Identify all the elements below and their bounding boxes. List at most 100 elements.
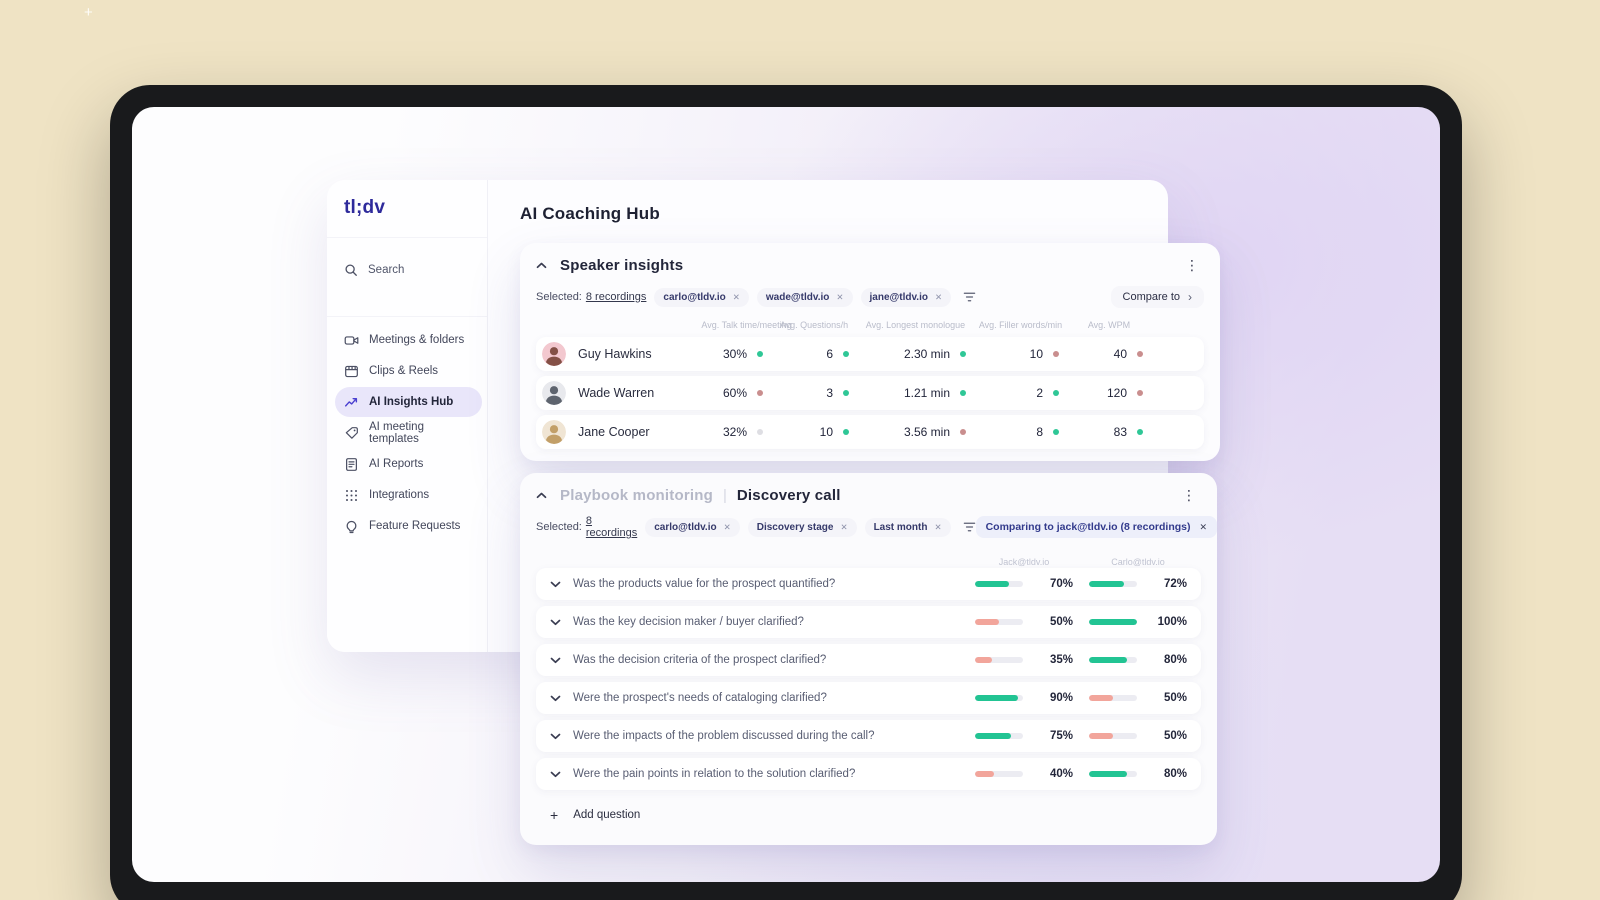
metric-value: 3.56 min (903, 425, 950, 439)
chip-label: carlo@tldv.io (654, 521, 717, 533)
table-row-guy-hawkins[interactable]: Guy Hawkins 30% 6 2.30 min 10 40 (536, 337, 1204, 371)
filter-chip-jane-tldv-io[interactable]: jane@tldv.io ✕ (860, 287, 952, 307)
score-value: 72% (1163, 578, 1187, 590)
table-row-jane-cooper[interactable]: Jane Cooper 32% 10 3.56 min 8 83 (536, 415, 1204, 449)
sidebar-item-ai-reports[interactable]: AI Reports (335, 449, 482, 479)
add-question-button[interactable]: + Add question (536, 799, 1201, 831)
filter-icon[interactable] (963, 521, 976, 533)
collapse-chevron-up-icon[interactable] (536, 262, 547, 269)
status-dot-good (1053, 390, 1059, 396)
remove-chip-icon[interactable]: ✕ (733, 292, 740, 303)
speaker-name: Jane Cooper (578, 425, 650, 439)
metric-value: 120 (1106, 386, 1127, 400)
progress-fill (1089, 581, 1124, 587)
score-value: 100% (1157, 616, 1187, 628)
column-header-avg-questions-h: Avg. Questions/h (779, 320, 849, 330)
question-row[interactable]: Were the impacts of the problem discusse… (536, 720, 1201, 752)
sidebar-item-feature-requests[interactable]: Feature Requests (335, 511, 482, 541)
chevron-down-icon (550, 695, 561, 702)
score-group: 35% (975, 654, 1073, 666)
search-input[interactable]: Search (344, 262, 404, 277)
metric-value: 1.21 min (903, 386, 950, 400)
progress-bar (1089, 581, 1137, 587)
kebab-menu-icon[interactable]: ⋮ (1180, 256, 1204, 274)
question-scores: 90% 50% (975, 692, 1187, 704)
sidebar-item-meetings-folders[interactable]: Meetings & folders (335, 325, 482, 355)
sidebar-item-label: AI Insights Hub (369, 396, 454, 408)
score-group: 50% (1089, 692, 1187, 704)
progress-fill (975, 771, 995, 777)
filter-icon[interactable] (963, 291, 976, 303)
question-scores: 40% 80% (975, 768, 1187, 780)
metric-cell: 83 (1067, 425, 1151, 439)
kebab-menu-icon[interactable]: ⋮ (1177, 486, 1201, 504)
divider (327, 237, 487, 238)
score-group: 50% (975, 616, 1073, 628)
speaker-name: Guy Hawkins (578, 347, 652, 361)
metric-value: 10 (819, 425, 833, 439)
metric-cell: 120 (1067, 386, 1151, 400)
metric-value: 10 (1029, 347, 1043, 361)
progress-fill (1089, 771, 1128, 777)
tag-icon (344, 426, 359, 441)
tldv-logo: tl;dv (344, 197, 386, 218)
score-value: 90% (1049, 692, 1073, 704)
remove-chip-icon[interactable]: ✕ (724, 522, 731, 533)
metric-value: 2.30 min (903, 347, 950, 361)
score-group: 70% (975, 578, 1073, 590)
question-row[interactable]: Were the pain points in relation to the … (536, 758, 1201, 790)
score-value: 80% (1163, 768, 1187, 780)
metric-cell: 10 (771, 425, 857, 439)
remove-comparison-icon[interactable]: ✕ (1199, 522, 1207, 533)
question-row[interactable]: Was the decision criteria of the prospec… (536, 644, 1201, 676)
sidebar-item-ai-meeting-templates[interactable]: AI meeting templates (335, 418, 482, 448)
question-list: Was the products value for the prospect … (536, 568, 1201, 790)
table-row-wade-warren[interactable]: Wade Warren 60% 3 1.21 min 2 120 (536, 376, 1204, 410)
column-header-avg-wpm: Avg. WPM (1087, 320, 1131, 330)
metric-value: 30% (722, 347, 747, 361)
filter-chip-carlo-tldv-io[interactable]: carlo@tldv.io ✕ (645, 517, 740, 537)
score-value: 50% (1049, 616, 1073, 628)
question-text: Was the key decision maker / buyer clari… (573, 616, 804, 628)
laptop-screen: tl;dv Search Meetings & folders Clips & R… (132, 107, 1440, 882)
metric-value: 6 (826, 347, 833, 361)
metric-cell: 3 (771, 386, 857, 400)
metric-cell: 10 (974, 347, 1067, 361)
chevron-right-icon: › (1188, 290, 1192, 304)
selected-count-link[interactable]: 8 recordings (586, 515, 637, 539)
selected-count-link[interactable]: 8 recordings (586, 291, 647, 303)
remove-chip-icon[interactable]: ✕ (836, 292, 843, 303)
score-group: 90% (975, 692, 1073, 704)
filter-chip-carlo-tldv-io[interactable]: carlo@tldv.io ✕ (654, 287, 749, 307)
progress-fill (1089, 733, 1113, 739)
remove-chip-icon[interactable]: ✕ (935, 292, 942, 303)
filter-chip-wade-tldv-io[interactable]: wade@tldv.io ✕ (756, 287, 853, 307)
score-value: 50% (1163, 692, 1187, 704)
question-text: Were the impacts of the problem discusse… (573, 730, 875, 742)
sidebar-item-clips-reels[interactable]: Clips & Reels (335, 356, 482, 386)
add-question-label: Add question (573, 809, 641, 821)
compare-to-button[interactable]: Compare to › (1110, 286, 1204, 308)
chevron-down-icon (550, 771, 561, 778)
score-value: 50% (1163, 730, 1187, 742)
status-dot-good (1137, 429, 1143, 435)
status-dot-bad (1137, 390, 1143, 396)
filter-chip-discovery-stage[interactable]: Discovery stage ✕ (747, 517, 857, 537)
filter-chip-last-month[interactable]: Last month ✕ (864, 517, 951, 537)
collapse-chevron-up-icon[interactable] (536, 492, 547, 499)
column-header-avg-talk-time-meeting: Avg. Talk time/meeting (701, 320, 792, 330)
sidebar-item-ai-insights-hub[interactable]: AI Insights Hub (335, 387, 482, 417)
compare-to-label: Compare to (1122, 291, 1180, 303)
status-dot-neutral (757, 429, 763, 435)
progress-fill (975, 733, 1011, 739)
question-row[interactable]: Was the products value for the prospect … (536, 568, 1201, 600)
question-text: Were the prospect's needs of cataloging … (573, 692, 827, 704)
question-row[interactable]: Was the key decision maker / buyer clari… (536, 606, 1201, 638)
question-row[interactable]: Were the prospect's needs of cataloging … (536, 682, 1201, 714)
column-header-avg-filler-words-min: Avg. Filler words/min (978, 320, 1063, 330)
chevron-down-icon (550, 657, 561, 664)
sidebar-item-integrations[interactable]: Integrations (335, 480, 482, 510)
status-dot-good (960, 351, 966, 357)
remove-chip-icon[interactable]: ✕ (934, 522, 941, 533)
remove-chip-icon[interactable]: ✕ (840, 522, 847, 533)
